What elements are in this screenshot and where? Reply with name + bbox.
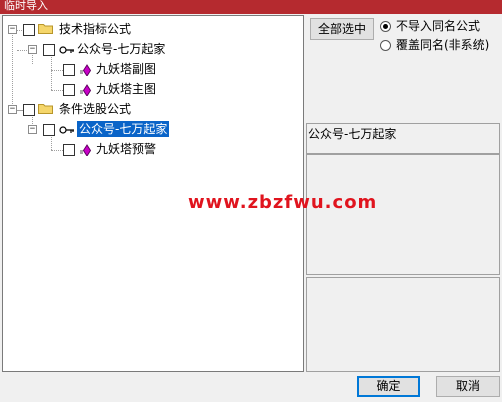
tree-line bbox=[17, 50, 27, 51]
expand-toggle[interactable]: − bbox=[8, 25, 17, 34]
item-checkbox[interactable] bbox=[63, 84, 75, 96]
watermark-text: www.zbzfwu.com bbox=[188, 192, 378, 213]
radio-overwrite-label[interactable]: 覆盖同名(非系统) bbox=[396, 37, 489, 53]
formula-params-panel bbox=[306, 277, 500, 372]
expand-toggle[interactable]: − bbox=[28, 45, 37, 54]
radio-no-import-label[interactable]: 不导入同名公式 bbox=[396, 18, 480, 34]
group-checkbox[interactable] bbox=[23, 24, 35, 36]
tree-item-label[interactable]: 九妖塔预警 bbox=[96, 141, 156, 157]
item-checkbox[interactable] bbox=[63, 144, 75, 156]
formula-checkbox[interactable] bbox=[43, 124, 55, 136]
tree-line bbox=[17, 30, 22, 31]
folder-icon bbox=[38, 104, 53, 114]
group-checkbox[interactable] bbox=[23, 104, 35, 116]
title-bar: 临时导入 bbox=[0, 0, 502, 14]
tree-line bbox=[51, 70, 63, 71]
tree-node-label[interactable]: 公众号-七万起家 bbox=[77, 41, 165, 57]
folder-icon bbox=[38, 24, 53, 34]
formula-description-panel bbox=[306, 154, 500, 275]
expand-toggle[interactable]: − bbox=[8, 105, 17, 114]
tree-item-label[interactable]: 九妖塔副图 bbox=[96, 61, 156, 77]
tree-node-label-selected[interactable]: 公众号-七万起家 bbox=[75, 120, 171, 138]
tree-group-label[interactable]: 技术指标公式 bbox=[59, 21, 131, 37]
tree-line bbox=[17, 110, 22, 111]
radio-overwrite[interactable] bbox=[380, 40, 391, 51]
window-title: 临时导入 bbox=[4, 0, 48, 12]
key-icon bbox=[59, 46, 74, 54]
formula-checkbox[interactable] bbox=[43, 44, 55, 56]
formula-name-panel: 公众号-七万起家 bbox=[306, 123, 500, 154]
tree-line bbox=[51, 90, 63, 91]
indicator-icon bbox=[80, 64, 91, 76]
indicator-icon bbox=[80, 84, 91, 96]
tree-group-label[interactable]: 条件选股公式 bbox=[59, 101, 131, 117]
select-all-button[interactable]: 全部选中 bbox=[310, 18, 374, 40]
formula-name: 公众号-七万起家 bbox=[308, 127, 397, 141]
cancel-button[interactable]: 取消 bbox=[436, 376, 500, 397]
expand-toggle[interactable]: − bbox=[28, 125, 37, 134]
item-checkbox[interactable] bbox=[63, 64, 75, 76]
tree-item-label[interactable]: 九妖塔主图 bbox=[96, 81, 156, 97]
tree-line bbox=[12, 30, 13, 110]
ok-button[interactable]: 确定 bbox=[357, 376, 420, 397]
tree-line bbox=[51, 150, 63, 151]
key-icon bbox=[59, 126, 74, 134]
indicator-icon bbox=[80, 144, 91, 156]
radio-no-import[interactable] bbox=[380, 21, 391, 32]
